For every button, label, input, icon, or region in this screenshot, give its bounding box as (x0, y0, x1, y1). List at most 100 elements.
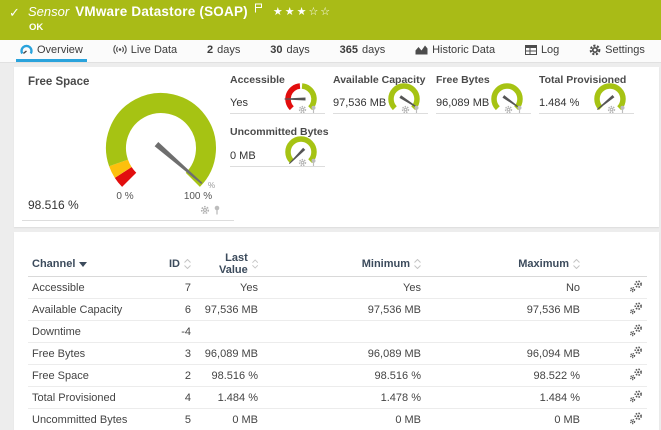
tab-number: 30 (270, 44, 282, 56)
cell-id: -4 (148, 321, 195, 343)
tab-overview[interactable]: Overview (16, 40, 87, 62)
tab-label: Live Data (131, 44, 177, 56)
cell-channel: Accessible (28, 277, 148, 299)
tab-live-data[interactable]: Live Data (109, 40, 181, 62)
channel-settings-gears-icon[interactable] (629, 368, 643, 381)
gauge-value: 0 MB (230, 150, 256, 162)
table-row[interactable]: Available Capacity 6 97,536 MB 97,536 MB… (28, 299, 647, 321)
table-row[interactable]: Downtime -4 (28, 321, 647, 343)
table-row[interactable]: Free Space 2 98.516 % 98.516 % 98.522 % (28, 365, 647, 387)
column-header-last-value[interactable]: Last Value (195, 252, 262, 277)
cell-channel: Available Capacity (28, 299, 148, 321)
column-header-maximum[interactable]: Maximum (425, 252, 584, 277)
gauge-value: Yes (230, 97, 248, 109)
tab-2-days[interactable]: 2 days (203, 40, 244, 62)
cell-channel: Free Space (28, 365, 148, 387)
column-header-channel[interactable]: Channel (28, 252, 148, 277)
channel-settings-gears-icon[interactable] (629, 280, 643, 293)
status-check-icon: ✓ (9, 6, 20, 21)
gauge-scale-min: 0 % (110, 191, 140, 202)
channel-settings-gears-icon[interactable] (629, 412, 643, 425)
priority-stars[interactable]: ★★★☆☆ (273, 5, 332, 18)
gear-icon (589, 44, 601, 56)
priority-flag-icon[interactable] (254, 0, 263, 18)
table-row[interactable]: Uncommitted Bytes 5 0 MB 0 MB 0 MB (28, 409, 647, 430)
cell-id: 5 (148, 409, 195, 430)
tab-label: Settings (605, 44, 645, 56)
tab-label: Log (541, 44, 559, 56)
cell-actions (584, 365, 647, 387)
tab-label: days (217, 44, 240, 56)
cell-actions (584, 277, 647, 299)
column-header-actions (584, 252, 647, 277)
cell-channel: Downtime (28, 321, 148, 343)
gauges-panel: Free Space % 0 % 100 % 98.516 % Accessib… (14, 67, 659, 227)
cell-actions (584, 387, 647, 409)
tab-label: days (362, 44, 385, 56)
tab-365-days[interactable]: 365 days (336, 40, 390, 62)
tab-label: days (287, 44, 310, 56)
gauge-title: Free Space (28, 76, 89, 88)
tab-historic-data[interactable]: Historic Data (411, 40, 499, 62)
channel-settings-gears-icon[interactable] (629, 324, 643, 337)
gauge-scale-max: 100 % (180, 191, 216, 202)
tab-label: Overview (37, 44, 83, 56)
channel-table: Channel ID Last Value Minimum (28, 252, 647, 430)
tab-settings[interactable]: Settings (585, 40, 649, 62)
free-space-gauge (96, 88, 226, 208)
cell-id: 7 (148, 277, 195, 299)
tab-30-days[interactable]: 30 days (266, 40, 314, 62)
sort-icon (573, 259, 580, 269)
cell-minimum: 0 MB (262, 409, 425, 430)
tab-log[interactable]: Log (521, 40, 563, 62)
cell-last-value: 97,536 MB (195, 299, 262, 321)
broadcast-icon (113, 44, 127, 55)
column-header-minimum[interactable]: Minimum (262, 252, 425, 277)
cell-maximum: 1.484 % (425, 387, 584, 409)
sort-icon (414, 259, 421, 269)
cell-minimum: 98.516 % (262, 365, 425, 387)
cell-maximum: 0 MB (425, 409, 584, 430)
cell-channel: Free Bytes (28, 343, 148, 365)
sort-icon (184, 259, 191, 269)
channel-settings-gears-icon[interactable] (629, 302, 643, 315)
cell-actions (584, 409, 647, 430)
cell-id: 2 (148, 365, 195, 387)
cell-last-value: 96,089 MB (195, 343, 262, 365)
column-header-id[interactable]: ID (148, 252, 195, 277)
cell-actions (584, 343, 647, 365)
cell-minimum (262, 321, 425, 343)
cell-last-value: 1.484 % (195, 387, 262, 409)
gauge-settings-gear-icon[interactable] (200, 205, 210, 215)
gauge-pin-icon[interactable] (213, 205, 221, 215)
gauge-title: Accessible (230, 74, 285, 86)
channel-table-panel: Channel ID Last Value Minimum (14, 232, 659, 430)
gauge-value: 1.484 % (539, 97, 579, 109)
cell-id: 6 (148, 299, 195, 321)
table-row[interactable]: Free Bytes 3 96,089 MB 96,089 MB 96,094 … (28, 343, 647, 365)
table-row[interactable]: Total Provisioned 4 1.484 % 1.478 % 1.48… (28, 387, 647, 409)
cell-maximum: 98.522 % (425, 365, 584, 387)
gauge-title: Free Bytes (436, 74, 490, 86)
cell-actions (584, 321, 647, 343)
sort-icon (252, 259, 258, 269)
channel-settings-gears-icon[interactable] (629, 390, 643, 403)
cell-actions (584, 299, 647, 321)
cell-channel: Total Provisioned (28, 387, 148, 409)
status-badge: OK (29, 22, 43, 33)
cell-maximum: No (425, 277, 584, 299)
channel-settings-gears-icon[interactable] (629, 346, 643, 359)
cell-minimum: 1.478 % (262, 387, 425, 409)
table-row[interactable]: Accessible 7 Yes Yes No (28, 277, 647, 299)
cell-last-value (195, 321, 262, 343)
gauge-value: 97,536 MB (333, 97, 386, 109)
sensor-status-band: ✓ Sensor VMware Datastore (SOAP) ★★★☆☆ O… (0, 0, 661, 40)
gauge-value: 96,089 MB (436, 97, 489, 109)
cell-id: 3 (148, 343, 195, 365)
cell-channel: Uncommitted Bytes (28, 409, 148, 430)
tab-bar: Overview Live Data 2 days 30 days 365 da… (0, 40, 661, 63)
cell-minimum: Yes (262, 277, 425, 299)
sensor-overview-page: ✓ Sensor VMware Datastore (SOAP) ★★★☆☆ O… (0, 0, 661, 430)
gauge-value: 98.516 % (28, 198, 79, 212)
tab-number: 365 (340, 44, 358, 56)
